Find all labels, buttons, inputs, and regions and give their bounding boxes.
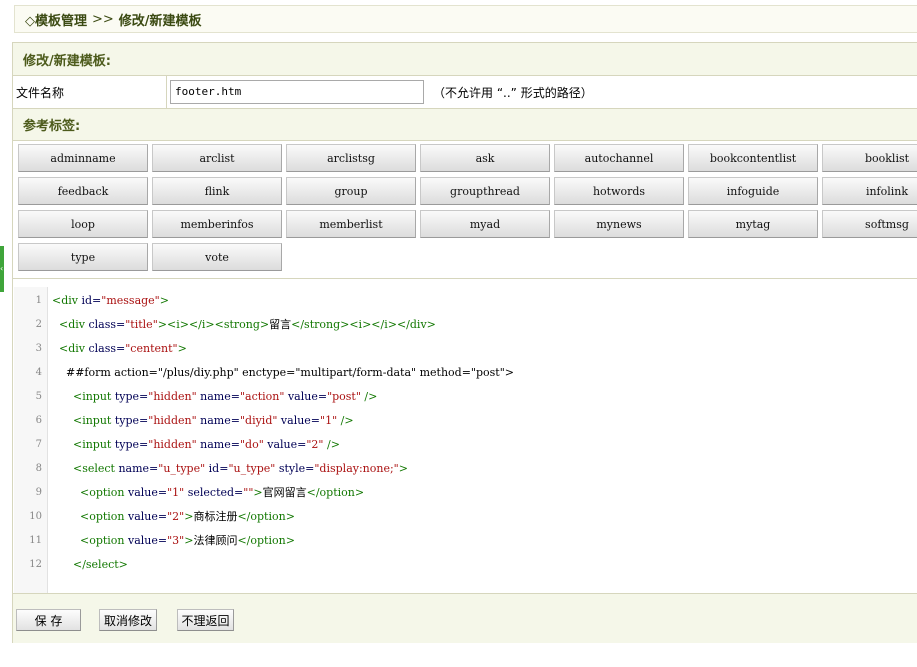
file-name-input[interactable]: footer.htm bbox=[170, 80, 424, 104]
file-name-row: 文件名称 footer.htm （不允许用 “..” 形式的路径） bbox=[13, 76, 917, 109]
tag-button-type[interactable]: type bbox=[18, 243, 148, 271]
tag-button-adminname[interactable]: adminname bbox=[18, 144, 148, 172]
reference-tags-title: 参考标签: bbox=[13, 109, 917, 141]
code-text: <input type="hidden" name="action" value… bbox=[72, 390, 378, 403]
cancel-edit-button[interactable]: 取消修改 bbox=[99, 609, 157, 631]
tag-button-softmsg[interactable]: softmsg bbox=[822, 210, 917, 238]
tag-button-mytag[interactable]: mytag bbox=[688, 210, 818, 238]
tag-button-autochannel[interactable]: autochannel bbox=[554, 144, 684, 172]
breadcrumb-separator: >> bbox=[92, 11, 114, 27]
tag-button-infolink[interactable]: infolink bbox=[822, 177, 917, 205]
code-text: <option value="1" selected="">官网留言</opti… bbox=[79, 486, 365, 499]
tag-button-mynews[interactable]: mynews bbox=[554, 210, 684, 238]
tag-button-ask[interactable]: ask bbox=[420, 144, 550, 172]
tag-button-groupthread[interactable]: groupthread bbox=[420, 177, 550, 205]
code-text: <select name="u_type" id="u_type" style=… bbox=[72, 462, 408, 475]
reference-tags-grid: adminname arclist arclistsg ask autochannel b… bbox=[18, 144, 917, 274]
code-line: 6 <input type="hidden" name="diyid" valu… bbox=[14, 409, 917, 433]
tag-button-bookcontentlist[interactable]: bookcontentlist bbox=[688, 144, 818, 172]
code-line: 8 <select name="u_type" id="u_type" styl… bbox=[14, 457, 917, 481]
code-text: <option value="3">法律顾问</option> bbox=[79, 534, 295, 547]
tag-button-arclistsg[interactable]: arclistsg bbox=[286, 144, 416, 172]
tag-button-vote[interactable]: vote bbox=[152, 243, 282, 271]
tag-button-memberlist[interactable]: memberlist bbox=[286, 210, 416, 238]
tag-button-hotwords[interactable]: hotwords bbox=[554, 177, 684, 205]
code-line: 11 <option value="3">法律顾问</option> bbox=[14, 529, 917, 553]
tag-button-booklist[interactable]: booklist bbox=[822, 144, 917, 172]
line-number: 3 bbox=[35, 343, 42, 354]
line-number: 6 bbox=[35, 415, 42, 426]
line-number: 9 bbox=[35, 487, 42, 498]
line-number: 10 bbox=[29, 511, 42, 522]
section-divider bbox=[13, 278, 917, 279]
tag-button-memberinfos[interactable]: memberinfos bbox=[152, 210, 282, 238]
code-text: <div class="centent"> bbox=[59, 342, 187, 355]
code-text: ##form action="/plus/diy.php" enctype="m… bbox=[52, 366, 514, 379]
code-line: 9 <option value="1" selected="">官网留言</op… bbox=[14, 481, 917, 505]
code-line: 7 <input type="hidden" name="do" value="… bbox=[14, 433, 917, 457]
code-text: <input type="hidden" name="do" value="2"… bbox=[72, 438, 340, 451]
back-button[interactable]: 不理返回 bbox=[177, 609, 234, 631]
tag-button-myad[interactable]: myad bbox=[420, 210, 550, 238]
tag-button-loop[interactable]: loop bbox=[18, 210, 148, 238]
line-number: 11 bbox=[29, 535, 42, 546]
code-text: </select> bbox=[72, 558, 128, 571]
tag-button-infoguide[interactable]: infoguide bbox=[688, 177, 818, 205]
tag-button-arclist[interactable]: arclist bbox=[152, 144, 282, 172]
code-text: <div class="title"><i></i><strong>留言</st… bbox=[59, 318, 436, 331]
code-text: <input type="hidden" name="diyid" value=… bbox=[72, 414, 354, 427]
save-button[interactable]: 保 存 bbox=[16, 609, 81, 631]
file-name-hint: （不允许用 “..” 形式的路径） bbox=[433, 85, 593, 100]
template-edit-panel: 修改/新建模板: 文件名称 footer.htm （不允许用 “..” 形式的路… bbox=[12, 42, 917, 643]
line-number: 1 bbox=[35, 295, 42, 306]
code-line: 10 <option value="2">商标注册</option> bbox=[14, 505, 917, 529]
line-number: 2 bbox=[35, 319, 42, 330]
code-line: 3 <div class="centent"> bbox=[14, 337, 917, 361]
code-line: 12 </select> bbox=[14, 553, 917, 577]
code-line: 1 <div id="message"> bbox=[14, 289, 917, 313]
side-collapse-tab[interactable]: ‹ bbox=[0, 246, 4, 292]
breadcrumb: ◇模板管理 >> 修改/新建模板 bbox=[14, 5, 917, 33]
tag-button-flink[interactable]: flink bbox=[152, 177, 282, 205]
code-line: 4 ##form action="/plus/diy.php" enctype=… bbox=[14, 361, 917, 385]
file-name-label: 文件名称 bbox=[13, 76, 167, 108]
line-number: 7 bbox=[35, 439, 42, 450]
line-number: 12 bbox=[29, 559, 42, 570]
line-number: 5 bbox=[35, 391, 42, 402]
breadcrumb-root-link[interactable]: ◇模板管理 bbox=[25, 10, 87, 29]
panel-title: 修改/新建模板: bbox=[13, 43, 917, 76]
code-text: <div id="message"> bbox=[52, 294, 169, 307]
line-number: 8 bbox=[35, 463, 42, 474]
code-editor[interactable]: 1 <div id="message"> 2 <div class="title">… bbox=[14, 287, 917, 593]
line-number: 4 bbox=[35, 367, 42, 378]
code-line: 5 <input type="hidden" name="action" val… bbox=[14, 385, 917, 409]
form-actions-bar: 保 存 取消修改 不理返回 bbox=[13, 593, 917, 643]
tag-button-feedback[interactable]: feedback bbox=[18, 177, 148, 205]
tag-button-group[interactable]: group bbox=[286, 177, 416, 205]
code-text: <option value="2">商标注册</option> bbox=[79, 510, 295, 523]
code-line: 2 <div class="title"><i></i><strong>留言</… bbox=[14, 313, 917, 337]
breadcrumb-current: 修改/新建模板 bbox=[118, 13, 202, 29]
